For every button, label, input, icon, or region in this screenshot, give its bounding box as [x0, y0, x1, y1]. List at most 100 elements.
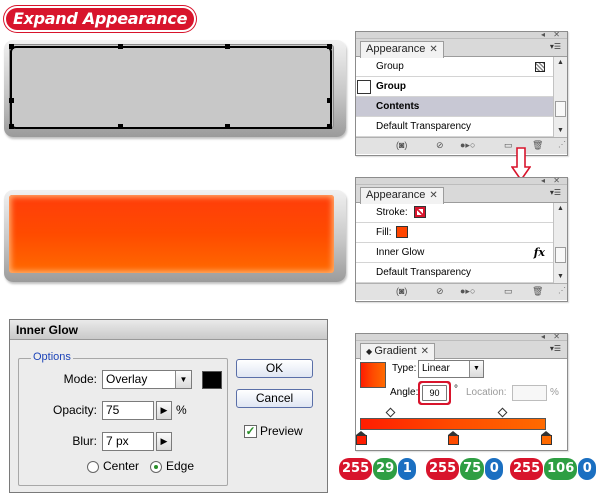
- stop-color-icon: [356, 435, 367, 445]
- reduce-to-basic-icon[interactable]: ●▸○: [460, 286, 475, 297]
- center-radio[interactable]: [87, 461, 99, 473]
- chevron-down-icon[interactable]: ▼: [469, 361, 483, 377]
- new-art-basic-appearance-icon[interactable]: (◙): [396, 286, 407, 296]
- edge-radio-label[interactable]: Edge: [166, 459, 194, 473]
- scroll-up-icon[interactable]: ▲: [554, 203, 567, 215]
- scroll-up-icon[interactable]: ▲: [554, 57, 567, 69]
- anchor-point[interactable]: [9, 98, 14, 103]
- scrollbar[interactable]: ▲ ▼: [553, 57, 567, 137]
- new-art-basic-appearance-icon[interactable]: (◙): [396, 140, 407, 150]
- appearance-row-group[interactable]: Group: [356, 77, 567, 97]
- scroll-thumb[interactable]: [555, 101, 566, 117]
- gradient-stop-2[interactable]: [448, 431, 459, 445]
- close-icon[interactable]: ✕: [429, 44, 437, 55]
- appearance-row-fill[interactable]: Fill:: [356, 223, 567, 243]
- preview-checkbox[interactable]: ✓: [244, 425, 257, 438]
- panel-dragbar[interactable]: ◂ ✕: [356, 30, 567, 39]
- tab-appearance[interactable]: Appearance ✕: [360, 41, 444, 58]
- tab-gradient[interactable]: ◆ Gradient ✕: [360, 343, 435, 360]
- grey-rounded-shape[interactable]: [4, 40, 346, 137]
- scroll-thumb[interactable]: [555, 247, 566, 263]
- red-rounded-shape[interactable]: [4, 190, 346, 282]
- midpoint-diamond-icon[interactable]: [497, 407, 508, 418]
- green-value-badge: 106: [544, 458, 578, 480]
- panel-menu-icon[interactable]: ▾☰: [550, 42, 561, 51]
- anchor-point[interactable]: [118, 124, 123, 129]
- panel-menu-icon[interactable]: ▾☰: [550, 344, 561, 353]
- tab-appearance[interactable]: Appearance ✕: [360, 187, 444, 204]
- anchor-point[interactable]: [327, 98, 332, 103]
- mode-select[interactable]: Overlay ▼: [102, 370, 192, 389]
- scroll-down-icon[interactable]: ▼: [554, 271, 567, 283]
- appearance-panel-after: ◂ ✕ Appearance ✕ ▾☰ Stroke: Fill: Inner G…: [355, 176, 568, 302]
- panel-dragbar[interactable]: ◂ ✕: [356, 176, 567, 185]
- fill-swatch-icon[interactable]: [395, 226, 408, 239]
- red-value-badge: 255: [510, 458, 544, 480]
- opacity-label: Opacity:: [52, 403, 97, 417]
- gradient-stop-1[interactable]: [356, 431, 367, 445]
- trash-icon[interactable]: 🗑: [532, 286, 543, 297]
- cancel-button[interactable]: Cancel: [236, 389, 313, 408]
- chevron-down-icon[interactable]: ▼: [175, 371, 191, 388]
- clear-appearance-icon[interactable]: ⊘: [436, 286, 444, 297]
- glow-color-swatch[interactable]: [202, 371, 222, 389]
- appearance-row-group-header[interactable]: Group: [356, 57, 567, 77]
- panel-dragbar[interactable]: ◂ ✕: [356, 332, 567, 341]
- down-arrow-icon: [511, 147, 531, 181]
- window-controls-icon[interactable]: ◂ ✕: [541, 332, 563, 341]
- gradient-slider[interactable]: [360, 418, 546, 430]
- blur-stepper-icon[interactable]: ▶: [156, 432, 172, 451]
- appearance-row-default-transparency[interactable]: Default Transparency: [356, 263, 567, 283]
- resize-grip-icon[interactable]: ⋰: [558, 140, 566, 153]
- blur-field[interactable]: 7 px: [102, 432, 154, 451]
- degree-symbol: °: [454, 384, 458, 395]
- anchor-point[interactable]: [118, 44, 123, 49]
- stroke-swatch-icon[interactable]: [413, 206, 426, 219]
- dialog-title[interactable]: Inner Glow: [10, 320, 327, 340]
- clear-appearance-icon[interactable]: ⊘: [436, 140, 444, 151]
- angle-field[interactable]: 90: [422, 385, 447, 401]
- opacity-field[interactable]: 75: [102, 401, 154, 420]
- close-icon[interactable]: ✕: [421, 346, 429, 357]
- edge-radio[interactable]: [150, 461, 162, 473]
- gradient-swatch[interactable]: [360, 362, 386, 388]
- anchor-point[interactable]: [225, 44, 230, 49]
- close-icon[interactable]: ✕: [429, 190, 437, 201]
- scroll-down-icon[interactable]: ▼: [554, 125, 567, 137]
- gradient-stop-3[interactable]: [541, 431, 552, 445]
- anchor-point[interactable]: [225, 124, 230, 129]
- window-controls-icon[interactable]: ◂ ✕: [541, 30, 563, 39]
- gradient-panel: ◂ ✕ ◆ Gradient ✕ ▾☰ Type: Linear ▼ Angle:…: [355, 332, 568, 451]
- blue-value-badge: 0: [578, 458, 597, 480]
- appearance-row-contents[interactable]: Contents: [356, 97, 567, 117]
- appearance-row-default-transparency[interactable]: Default Transparency: [356, 117, 567, 137]
- fx-icon[interactable]: fx: [534, 243, 545, 263]
- appearance-row-inner-glow[interactable]: Inner Glow fx: [356, 243, 567, 263]
- panel-footer: (◙) ⊘ ●▸○ ▭ 🗑 ⋰: [356, 137, 567, 154]
- opacity-stepper-icon[interactable]: ▶: [156, 401, 172, 420]
- window-controls-icon[interactable]: ◂ ✕: [541, 176, 563, 185]
- appearance-row-stroke[interactable]: Stroke:: [356, 203, 567, 223]
- location-field[interactable]: [512, 385, 547, 401]
- preview-label[interactable]: Preview: [260, 424, 303, 438]
- trash-icon[interactable]: 🗑: [532, 140, 543, 151]
- anchor-point[interactable]: [9, 124, 14, 129]
- blue-value-badge: 1: [398, 458, 417, 480]
- midpoint-diamond-icon[interactable]: [385, 407, 396, 418]
- options-legend: Options: [31, 351, 73, 363]
- ok-button[interactable]: OK: [236, 359, 313, 378]
- anchor-point[interactable]: [9, 44, 14, 49]
- inner-glow-dialog: Inner Glow Options Mode: Overlay ▼ Opaci…: [9, 319, 328, 493]
- resize-grip-icon[interactable]: ⋰: [558, 286, 566, 299]
- scrollbar[interactable]: ▲ ▼: [553, 203, 567, 283]
- anchor-point[interactable]: [327, 44, 332, 49]
- rgb-readout-stop-3: 255 106 0: [510, 458, 597, 480]
- panel-menu-icon[interactable]: ▾☰: [550, 188, 561, 197]
- anchor-point[interactable]: [327, 124, 332, 129]
- visibility-toggle-icon[interactable]: [357, 80, 371, 94]
- type-select[interactable]: Linear ▼: [418, 360, 484, 378]
- stop-color-icon: [448, 435, 459, 445]
- center-radio-label[interactable]: Center: [103, 459, 139, 473]
- duplicate-item-icon[interactable]: ▭: [504, 286, 513, 297]
- reduce-to-basic-icon[interactable]: ●▸○: [460, 140, 475, 151]
